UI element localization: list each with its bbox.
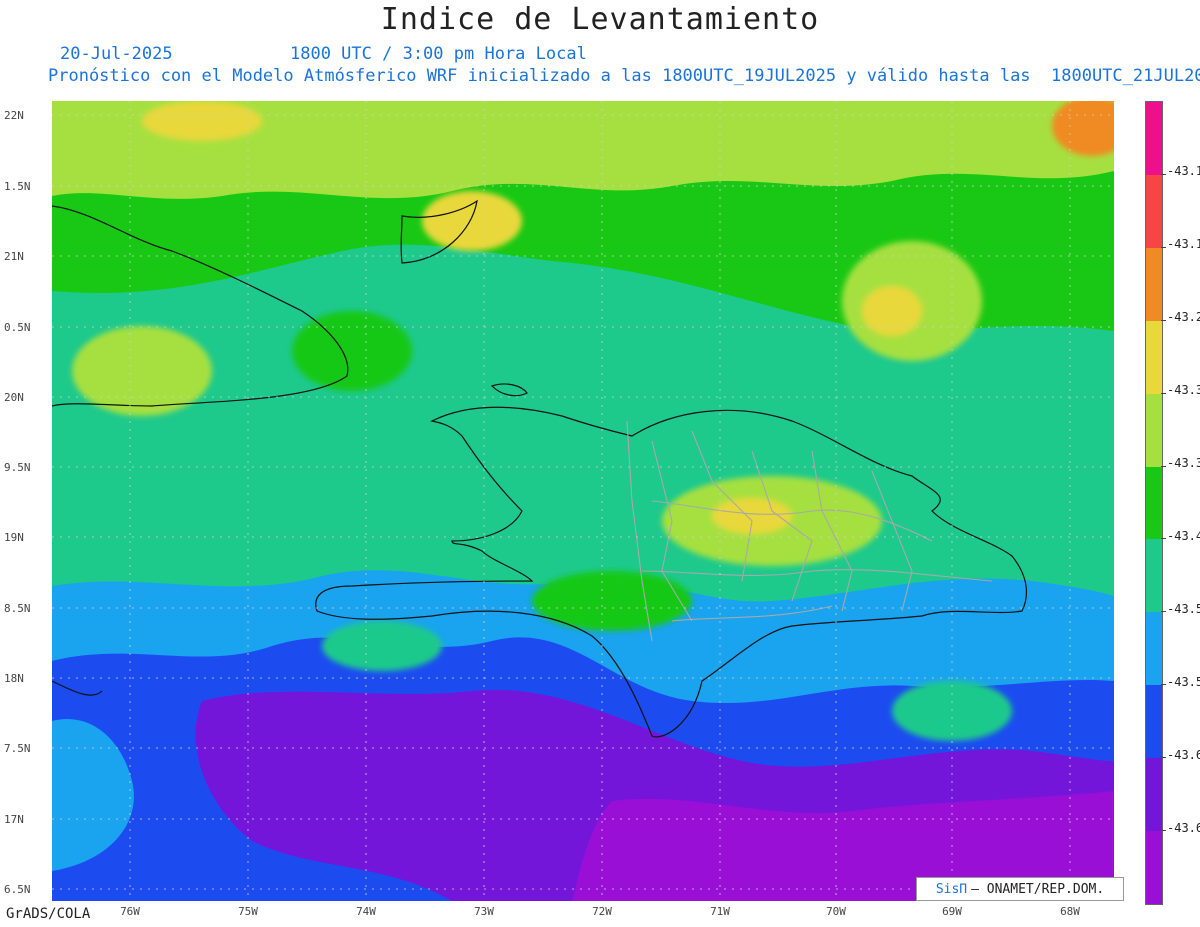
colorbar-segment — [1146, 466, 1162, 540]
lat-label: 22N — [4, 109, 24, 122]
lat-label: 19N — [4, 531, 24, 544]
forecast-description: Pronóstico con el Modelo Atmósferico WRF… — [48, 66, 1200, 86]
colorbar-label: -43.4 — [1167, 529, 1200, 543]
colorbar-label: -43.5 — [1167, 602, 1200, 616]
colorbar-label: -43.6 — [1167, 821, 1200, 835]
colorbar-label: -43.1 — [1167, 164, 1200, 178]
colorbar-label: -43.6 — [1167, 748, 1200, 762]
colorbar-tick — [1161, 246, 1166, 248]
colorbar-segment — [1146, 539, 1162, 613]
forecast-date: 20-Jul-2025 — [60, 44, 173, 64]
colorbar-tick — [1161, 684, 1166, 686]
lon-label: 69W — [942, 905, 962, 918]
colorbar-label: -43.1 — [1167, 237, 1200, 251]
lat-label: 0.5N — [4, 321, 31, 334]
colorbar-segment — [1146, 320, 1162, 394]
credit-text: – ONAMET/REP.DOM. — [971, 881, 1105, 897]
colorbar-tick — [1161, 538, 1166, 540]
lat-label: 8.5N — [4, 602, 31, 615]
lon-label: 74W — [356, 905, 376, 918]
colorbar-segment — [1146, 393, 1162, 467]
colorbar-tick — [1161, 173, 1166, 175]
colorbar-segment — [1146, 685, 1162, 759]
colorbar-tick — [1161, 392, 1166, 394]
software-credit: GrADS/COLA — [6, 906, 91, 922]
lat-label: 6.5N — [4, 883, 31, 896]
lon-label: 73W — [474, 905, 494, 918]
lat-label: 9.5N — [4, 461, 31, 474]
colorbar-tick — [1161, 830, 1166, 832]
colorbar-label: -43.5 — [1167, 675, 1200, 689]
colorbar-tick — [1161, 319, 1166, 321]
lat-label: 1.5N — [4, 180, 31, 193]
credit-box: SisΠ – ONAMET/REP.DOM. — [916, 877, 1124, 901]
lon-label: 68W — [1060, 905, 1080, 918]
colorbar-tick — [1161, 611, 1166, 613]
forecast-time: 1800 UTC / 3:00 pm Hora Local — [290, 44, 587, 64]
lon-label: 72W — [592, 905, 612, 918]
lon-label: 70W — [826, 905, 846, 918]
colorbar-label: -43.2 — [1167, 310, 1200, 324]
colorbar-segment — [1146, 758, 1162, 832]
colorbar-segment — [1146, 174, 1162, 248]
map-title: Indice de Levantamiento — [380, 2, 820, 37]
lifted-index-field — [52, 101, 1114, 901]
credit-brand: SisΠ — [935, 881, 968, 897]
lat-label: 20N — [4, 391, 24, 404]
lon-label: 76W — [120, 905, 140, 918]
colorbar-segment — [1146, 831, 1162, 904]
lat-label: 7.5N — [4, 742, 31, 755]
colorbar-label: -43.3 — [1167, 383, 1200, 397]
colorbar — [1145, 101, 1163, 905]
colorbar-label: -43.3 — [1167, 456, 1200, 470]
lat-label: 17N — [4, 813, 24, 826]
colorbar-segment — [1146, 247, 1162, 321]
lat-label: 18N — [4, 672, 24, 685]
colorbar-tick — [1161, 465, 1166, 467]
lon-label: 75W — [238, 905, 258, 918]
colorbar-segment — [1146, 102, 1162, 175]
forecast-map — [52, 101, 1114, 901]
colorbar-segment — [1146, 612, 1162, 686]
lon-label: 71W — [710, 905, 730, 918]
lat-label: 21N — [4, 250, 24, 263]
colorbar-tick — [1161, 757, 1166, 759]
